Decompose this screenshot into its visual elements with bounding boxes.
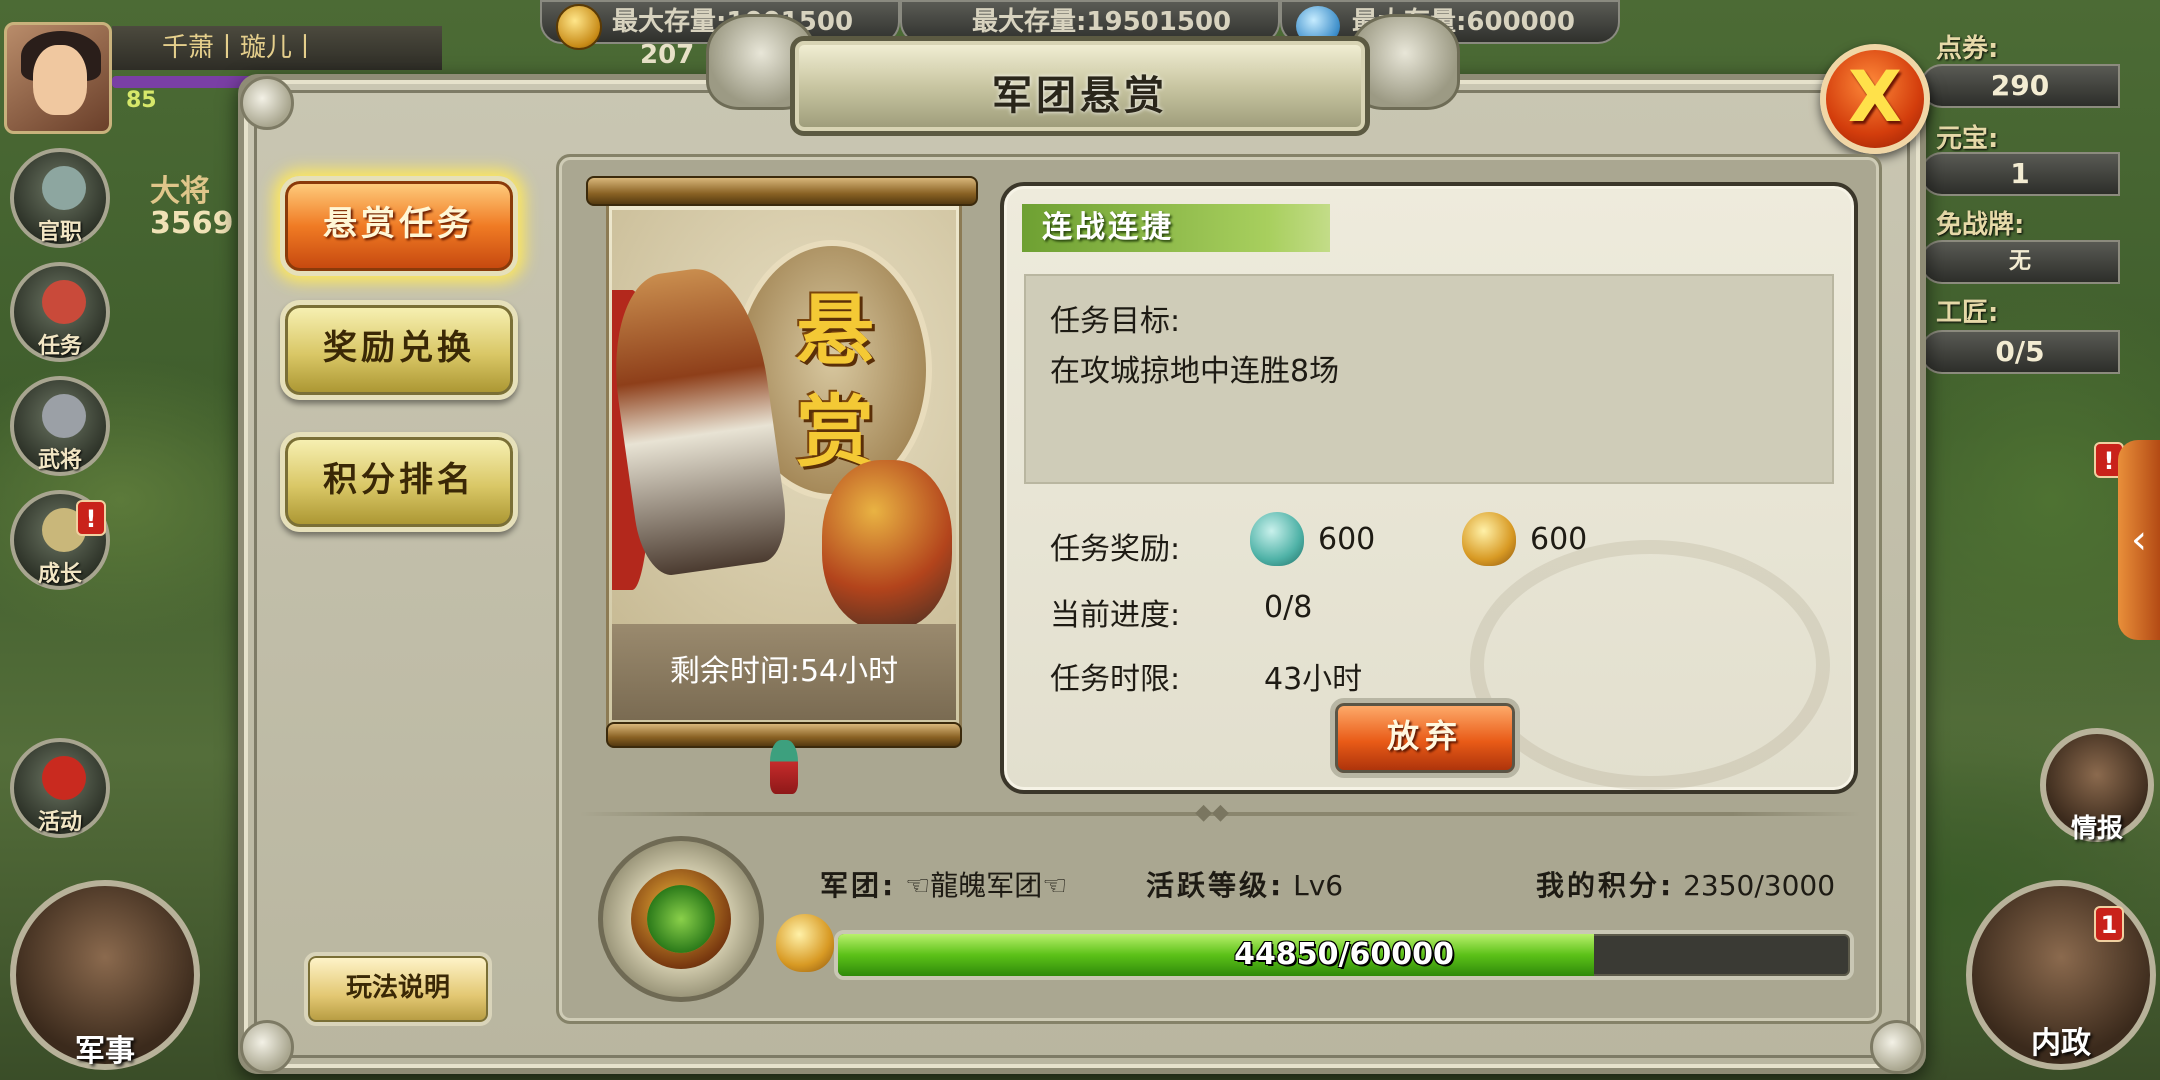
task-reward-label: 任务奖励: (1050, 532, 1181, 567)
score-value: 2350/3000 (1683, 869, 1836, 902)
bounty-artwork: 悬 赏 (612, 210, 956, 624)
activity-value: Lv6 (1293, 869, 1344, 902)
score-row: 我的积分: 2350/3000 (1536, 864, 1835, 904)
event-button[interactable]: 活动 (10, 738, 110, 838)
bounty-char-1: 悬 (795, 285, 874, 376)
helmet-icon (42, 394, 86, 438)
craftsman-label: 工匠: (1936, 298, 1999, 328)
time-limit-value: 43小时 (1264, 662, 1363, 697)
dialog-corner-ornament (240, 76, 294, 130)
quest-button[interactable]: 任务 (10, 262, 110, 362)
player-name: 千萧丨璇儿丨 (112, 26, 442, 70)
remaining-time: 剩余时间:54小时 (612, 624, 956, 720)
military-button[interactable]: 军事 (10, 880, 200, 1070)
dialog-corner-ornament (240, 1020, 294, 1074)
side-drawer-handle[interactable]: ‹ (2118, 440, 2160, 640)
tab-bounty-tasks[interactable]: 悬赏任务 (280, 176, 518, 276)
player-exp-bar (112, 76, 252, 88)
truce-value: 无 (1920, 240, 2120, 284)
legion-progress-bar: 44850/60000 (834, 930, 1854, 980)
ingot-value: 1 (1920, 152, 2120, 196)
craftsman-value: 0/5 (1920, 330, 2120, 374)
growth-alert-badge: ! (76, 500, 106, 536)
coupon-label: 点券: (1936, 34, 1999, 64)
legion-progress-text: 44850/60000 (1234, 937, 1454, 972)
scroll-icon (42, 280, 86, 324)
progress-value: 0/8 (1264, 590, 1313, 625)
copper-coin-icon (556, 4, 602, 50)
close-icon: X (1848, 56, 1902, 138)
rank-title: 大将 (150, 174, 210, 209)
coupon-value: 290 (1920, 64, 2120, 108)
office-icon (42, 166, 86, 210)
close-button[interactable]: X (1820, 44, 1930, 154)
truce-label: 免战牌: (1936, 210, 2025, 240)
player-avatar[interactable] (4, 22, 112, 134)
title-banner: 军团悬赏 (790, 36, 1370, 136)
ingot-label: 元宝: (1936, 124, 1999, 154)
task-goal-text: 在攻城掠地中连胜8场 (1050, 354, 1340, 389)
domestic-badge: 1 (2094, 906, 2124, 942)
legion-name: ☜龍魄军团☜ (905, 869, 1068, 902)
legion-gold-icon (776, 914, 834, 972)
dialog-title: 军团悬赏 (992, 73, 1168, 119)
legion-emblem (598, 836, 764, 1002)
progress-label: 当前进度: (1050, 598, 1181, 633)
event-icon (42, 756, 86, 800)
activity-row: 活跃等级: Lv6 (1146, 864, 1343, 904)
tassel-ornament (770, 740, 798, 794)
abandon-button[interactable]: 放弃 (1330, 698, 1520, 778)
legion-label-row: 军团: ☜龍魄军团☜ (820, 864, 1067, 904)
tab-score-ranking[interactable]: 积分排名 (280, 432, 518, 532)
general-button[interactable]: 武将 (10, 376, 110, 476)
resource-copper-value: 207 (640, 40, 695, 70)
reward2-amount: 600 (1530, 522, 1588, 557)
resource-food-max: 最大存量:19501500 (972, 7, 1232, 37)
office-button[interactable]: 官职 (10, 148, 110, 248)
reward1-amount: 600 (1318, 522, 1376, 557)
dragon-icon (647, 885, 715, 953)
watermark-emblem (1470, 540, 1830, 790)
gold-token-icon (1462, 512, 1516, 566)
score-label: 我的积分: (1536, 869, 1675, 902)
task-name: 连战连捷 (1022, 204, 1330, 252)
intel-button[interactable]: 情报 (2040, 728, 2154, 844)
help-button[interactable]: 玩法说明 (304, 952, 492, 1026)
poster-top-rod (586, 176, 978, 206)
legion-label: 军团: (820, 869, 897, 902)
activity-label: 活跃等级: (1146, 869, 1285, 902)
domestic-button[interactable]: 内政 (1966, 880, 2156, 1070)
rank-value: 3569 (150, 206, 234, 241)
dialog-corner-ornament (1870, 1020, 1924, 1074)
soldier-figure (822, 460, 952, 624)
divider-ornament: ◆◆ (1195, 800, 1229, 825)
time-limit-label: 任务时限: (1050, 662, 1181, 697)
player-level: 85 (126, 88, 157, 113)
tab-reward-exchange[interactable]: 奖励兑换 (280, 300, 518, 400)
jade-token-icon (1250, 512, 1304, 566)
task-goal-label: 任务目标: (1050, 304, 1181, 339)
